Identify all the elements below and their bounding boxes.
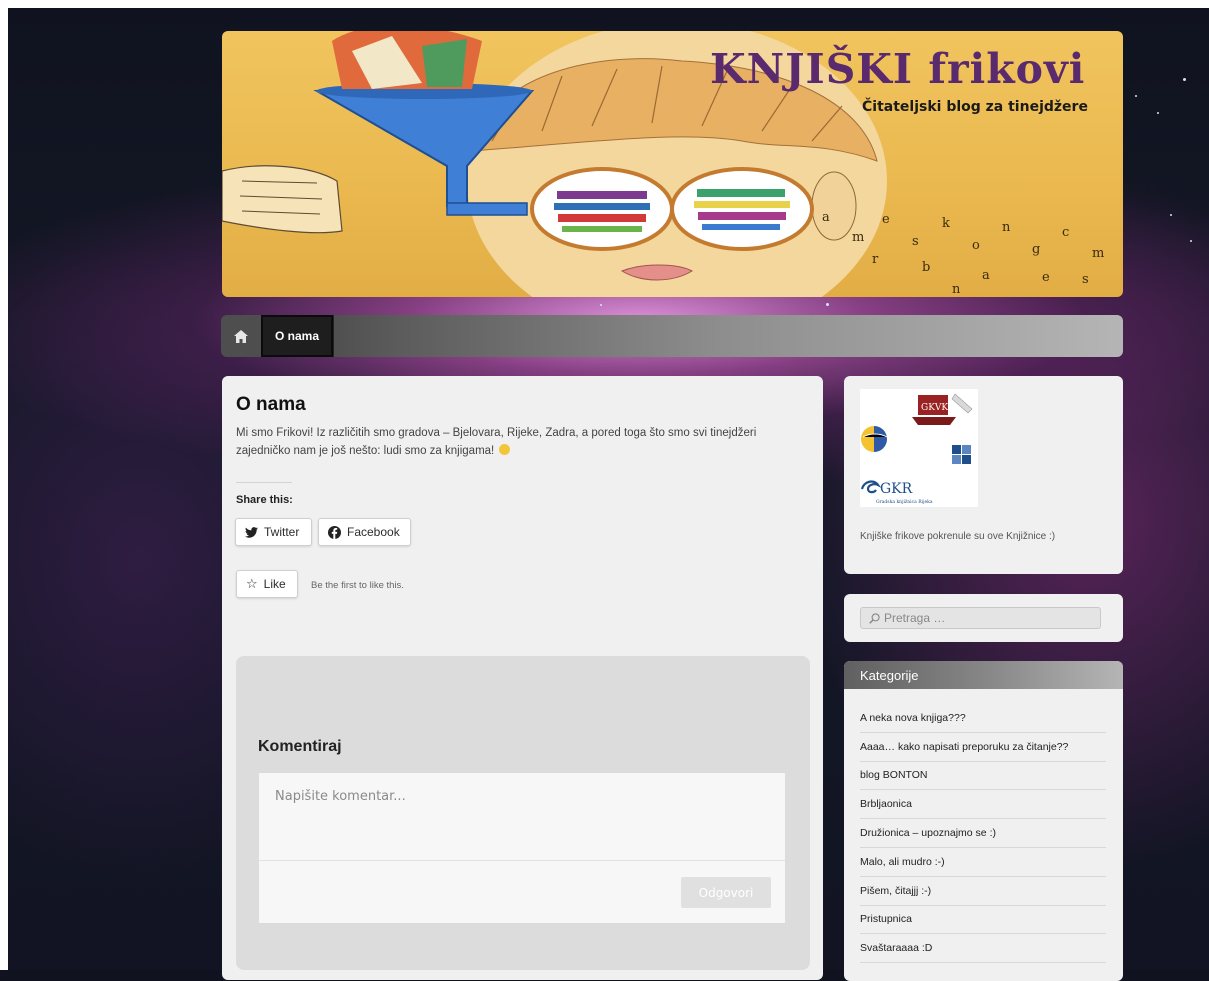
window-frame-left	[0, 0, 8, 970]
search-box[interactable]	[860, 607, 1101, 629]
star-decoration	[1157, 112, 1159, 114]
star-decoration	[1190, 240, 1192, 242]
site-header-banner[interactable]: a m e s k o n g c m b a e s r n KNJIŠKI frikovi Čita…	[222, 31, 1123, 297]
category-link[interactable]: Svaštaraaaa :D	[860, 934, 1106, 964]
svg-text:b: b	[922, 260, 930, 275]
star-decoration	[600, 304, 602, 306]
library-logos-image[interactable]: GKVK GKR Gradska knjižnica Rijeka	[860, 389, 978, 507]
svg-text:e: e	[1042, 270, 1050, 285]
svg-text:c: c	[1062, 225, 1069, 240]
comment-area: Odgovori	[259, 773, 785, 923]
share-twitter-button[interactable]: Twitter	[235, 518, 312, 546]
search-icon	[869, 612, 880, 624]
category-link[interactable]: A neka nova knjiga???	[860, 704, 1106, 733]
star-decoration	[1135, 95, 1137, 97]
category-link[interactable]: Aaaa… kako napisati preporuku za čitanje…	[860, 733, 1106, 762]
svg-text:m: m	[852, 230, 864, 245]
categories-widget: Kategorije A neka nova knjiga??? Aaaa… k…	[844, 661, 1123, 981]
svg-text:a: a	[982, 268, 990, 283]
svg-text:m: m	[1092, 246, 1104, 261]
star-decoration	[1170, 214, 1172, 216]
home-icon	[234, 329, 248, 343]
like-button-label: Like	[263, 577, 286, 591]
search-widget	[844, 594, 1123, 642]
svg-text:r: r	[872, 252, 879, 267]
gkr-logo-subtitle: Gradska knjižnica Rijeka	[876, 498, 933, 505]
twitter-icon	[245, 526, 258, 538]
nav-home-button[interactable]	[221, 315, 261, 357]
post-title: O nama	[236, 394, 306, 415]
logos-caption: Knjiške frikove pokrenule su ove Knjižni…	[860, 531, 1056, 542]
comment-form-title: Komentiraj	[258, 738, 342, 755]
share-divider	[236, 482, 292, 483]
library-logos-widget: GKVK GKR Gradska knjižnica Rijeka Knjišk…	[844, 376, 1123, 574]
share-twitter-label: Twitter	[264, 525, 300, 539]
svg-text:a: a	[822, 210, 830, 225]
reply-button[interactable]: Odgovori	[681, 877, 771, 908]
star-decoration	[1183, 78, 1186, 81]
smile-emoji-icon	[499, 444, 511, 455]
post-text: Mi smo Frikovi! Iz različitih smo gradov…	[236, 424, 796, 460]
nav-divider	[333, 315, 334, 357]
category-link[interactable]: Brbljaonica	[860, 790, 1106, 820]
gkvk-logo-text: GKVK	[921, 403, 948, 413]
svg-text:s: s	[1082, 272, 1089, 287]
site-tagline: Čitateljski blog za tinejdžere	[862, 99, 1088, 115]
categories-list: A neka nova knjiga??? Aaaa… kako napisat…	[860, 704, 1106, 964]
share-facebook-button[interactable]: Facebook	[318, 518, 411, 546]
post-text-body: Mi smo Frikovi! Iz različitih smo gradov…	[236, 427, 757, 457]
facebook-icon	[328, 525, 341, 539]
category-link[interactable]: Družionica – upoznajmo se :)	[860, 819, 1106, 848]
categories-title: Kategorije	[844, 661, 1123, 689]
comment-form: Komentiraj Odgovori	[236, 656, 810, 970]
svg-text:n: n	[1002, 220, 1011, 235]
window-frame-top	[0, 0, 1209, 8]
svg-text:s: s	[912, 234, 919, 249]
star-decoration	[826, 303, 829, 306]
search-input[interactable]	[880, 610, 1086, 626]
nav-item-o-nama[interactable]: O nama	[261, 315, 333, 357]
svg-text:g: g	[1032, 242, 1040, 257]
site-title[interactable]: KNJIŠKI frikovi	[710, 45, 1085, 93]
svg-text:n: n	[952, 282, 961, 297]
svg-text:e: e	[882, 212, 890, 227]
category-link[interactable]: Pišem, čitajjj :-)	[860, 877, 1106, 906]
like-status-text: Be the first to like this.	[311, 580, 404, 591]
like-button[interactable]: ☆ Like	[236, 570, 298, 598]
svg-text:o: o	[972, 238, 980, 253]
category-link[interactable]: Pristupnica	[860, 906, 1106, 935]
library-logos-graphic: GKVK GKR Gradska knjižnica Rijeka	[860, 393, 973, 505]
category-link[interactable]: blog BONTON	[860, 762, 1106, 791]
svg-text:k: k	[942, 216, 950, 231]
main-navigation: O nama	[221, 315, 1123, 357]
share-facebook-label: Facebook	[347, 525, 400, 539]
category-link[interactable]: Malo, ali mudro :-)	[860, 848, 1106, 877]
share-label: Share this:	[236, 494, 293, 506]
gkr-logo-text: GKR	[880, 481, 913, 497]
main-content: O nama Mi smo Frikovi! Iz različitih smo…	[222, 376, 823, 980]
star-icon: ☆	[246, 576, 258, 592]
comment-input[interactable]	[259, 773, 785, 861]
